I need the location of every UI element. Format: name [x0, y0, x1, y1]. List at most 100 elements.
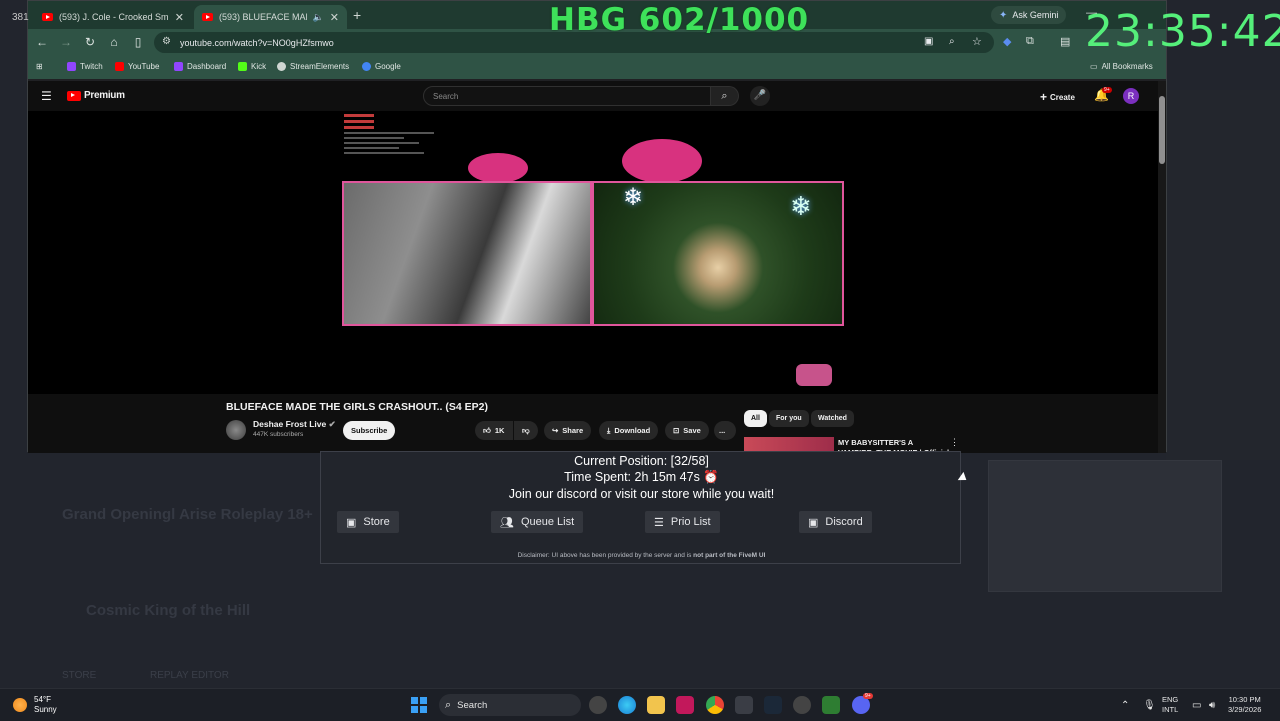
- channel-avatar[interactable]: [226, 420, 246, 440]
- scrollbar-thumb[interactable]: [1159, 96, 1165, 164]
- download-icon: ⤓: [607, 425, 611, 435]
- app-obs-icon[interactable]: [589, 696, 607, 714]
- microphone-tray-icon[interactable]: 🎙︎: [1143, 700, 1156, 711]
- create-label: Create: [1050, 92, 1075, 102]
- subscribe-button[interactable]: Subscribe: [343, 421, 396, 440]
- create-button[interactable]: + Create: [1040, 90, 1075, 104]
- discord-button[interactable]: ▣ Discord: [799, 511, 872, 533]
- taskbar: 54°F Sunny ⌕ Search 9+ ⌃ 🎙︎ ENG INTL ▭ 🔊…: [0, 688, 1280, 721]
- search-label: Search: [457, 699, 488, 711]
- reload-icon[interactable]: ↻: [82, 35, 98, 49]
- users-icon: 👥︎: [500, 516, 514, 529]
- windows-start-icon[interactable]: [411, 697, 427, 713]
- bookmark-label: Dashboard: [187, 62, 227, 71]
- language-indicator[interactable]: ENG INTL: [1162, 695, 1178, 715]
- chip-all[interactable]: All: [744, 410, 767, 427]
- prio-list-button[interactable]: ☰ Prio List: [645, 511, 720, 533]
- dislike-button[interactable]: 👎︎: [514, 421, 538, 440]
- disclaimer-bold: not part of the FiveM UI: [693, 552, 766, 559]
- chrome-icon[interactable]: [706, 696, 724, 714]
- chip-watched[interactable]: Watched: [811, 410, 854, 427]
- volume-icon[interactable]: 🔊︎: [1209, 700, 1215, 711]
- bookmark-label: Kick: [251, 62, 267, 71]
- bookmark-google[interactable]: Google: [362, 62, 401, 71]
- youtube-logo-icon: [67, 90, 81, 101]
- snowflake-icon: ❄: [790, 191, 812, 221]
- download-button[interactable]: ⤓ Download: [599, 421, 659, 440]
- zoom-icon[interactable]: ⌕: [949, 36, 955, 47]
- search-icon[interactable]: ⌕: [711, 86, 739, 106]
- queue-list-label: Queue List: [520, 516, 575, 528]
- site-info-icon[interactable]: ⚙: [162, 36, 171, 47]
- bookmark-star-icon[interactable]: ☆: [972, 35, 982, 48]
- app-red-icon[interactable]: [676, 696, 694, 714]
- cast-icon[interactable]: ▣: [924, 36, 933, 47]
- tab-jcole[interactable]: (593) J. Cole - Crooked Sm... ✕: [34, 5, 192, 29]
- kick-icon: [238, 62, 247, 71]
- share-button[interactable]: ↪ Share: [544, 421, 592, 440]
- prio-list-label: Prio List: [670, 516, 711, 528]
- all-bookmarks-button[interactable]: ▭ All Bookmarks: [1090, 62, 1153, 71]
- account-avatar[interactable]: R: [1123, 88, 1139, 104]
- balloon-decoration: [468, 153, 528, 183]
- extension-shield-icon[interactable]: ◆: [1003, 35, 1011, 48]
- streamelements-icon: [277, 62, 286, 71]
- youtube-search-input[interactable]: Search: [423, 86, 711, 106]
- bookmark-youtube[interactable]: YouTube: [115, 62, 159, 71]
- bookmark-twitch[interactable]: Twitch: [67, 62, 103, 71]
- corner-number: 381: [12, 12, 29, 23]
- bookmark-streamelements[interactable]: StreamElements: [277, 62, 349, 71]
- queue-list-button[interactable]: 👥︎ Queue List: [491, 511, 584, 533]
- close-icon[interactable]: ✕: [175, 11, 184, 24]
- thumbs-up-icon: 👍︎: [483, 425, 491, 435]
- taskbar-search[interactable]: ⌕ Search: [439, 694, 581, 716]
- home-icon[interactable]: ⌂: [106, 35, 122, 49]
- bookmark-dashboard[interactable]: Dashboard: [174, 62, 226, 71]
- apps-icon[interactable]: ⊞: [36, 62, 43, 71]
- youtube-header: ☰ Premium Search ⌕ 🎤 + Create 🔔 9+ R: [28, 81, 1158, 111]
- steam-icon[interactable]: [764, 696, 782, 714]
- edge-icon[interactable]: [618, 696, 636, 714]
- forward-icon[interactable]: →: [58, 35, 74, 49]
- store-button[interactable]: ▣ Store: [337, 511, 399, 533]
- app-grid-icon[interactable]: [735, 696, 753, 714]
- new-tab-button[interactable]: +: [353, 7, 361, 23]
- channel-name[interactable]: Deshae Frost Live ✔: [253, 419, 336, 430]
- share-icon: ↪: [552, 426, 559, 435]
- app-green-icon[interactable]: [822, 696, 840, 714]
- save-button[interactable]: ⊡ Save: [665, 421, 709, 440]
- app-4k-icon[interactable]: [793, 696, 811, 714]
- bookmark-label: Google: [375, 62, 401, 71]
- more-vert-icon[interactable]: ⋮: [950, 437, 959, 448]
- discord-icon: ▣: [808, 516, 819, 529]
- tab-search-icon[interactable]: ▤: [1060, 35, 1070, 48]
- close-icon[interactable]: ✕: [330, 11, 339, 24]
- temperature: 54°F: [34, 695, 51, 704]
- video-player[interactable]: ❄ ❄: [28, 111, 1158, 394]
- menu-icon[interactable]: ☰: [41, 89, 52, 103]
- extensions-icon[interactable]: ⧉: [1026, 35, 1034, 48]
- side-panel-icon[interactable]: ▯: [130, 35, 146, 49]
- thumbs-down-icon: 👎︎: [522, 425, 530, 435]
- tray-chevron-icon[interactable]: ⌃: [1121, 700, 1129, 711]
- speaker-icon[interactable]: 🔈: [313, 12, 324, 23]
- microphone-icon[interactable]: 🎤: [750, 86, 770, 106]
- taskbar-time: 10:30 PM: [1228, 695, 1261, 704]
- more-actions-button[interactable]: ...: [714, 421, 736, 440]
- sun-icon[interactable]: [13, 698, 27, 712]
- youtube-logo[interactable]: Premium: [67, 90, 125, 101]
- snowflake-icon: ❄: [623, 184, 644, 211]
- bookmark-kick[interactable]: Kick: [238, 62, 266, 71]
- weather-widget[interactable]: 54°F Sunny: [34, 695, 57, 715]
- tab-blueface[interactable]: (593) BLUEFACE MADE THE 🔈 ✕: [194, 5, 347, 29]
- chip-for-you[interactable]: For you: [769, 410, 809, 427]
- taskbar-clock[interactable]: 10:30 PM 3/29/2026: [1228, 695, 1261, 715]
- ask-gemini-button[interactable]: ✦ Ask Gemini: [991, 6, 1067, 24]
- back-icon[interactable]: ←: [34, 35, 50, 49]
- bg-replay-label: REPLAY EDITOR: [150, 670, 229, 681]
- display-icon[interactable]: ▭: [1192, 700, 1201, 711]
- like-button[interactable]: 👍︎ 1K: [475, 421, 513, 440]
- channel-name-text: Deshae Frost Live: [253, 419, 327, 429]
- hbg-counter: HBG 602/1000: [549, 2, 810, 38]
- file-explorer-icon[interactable]: [647, 696, 665, 714]
